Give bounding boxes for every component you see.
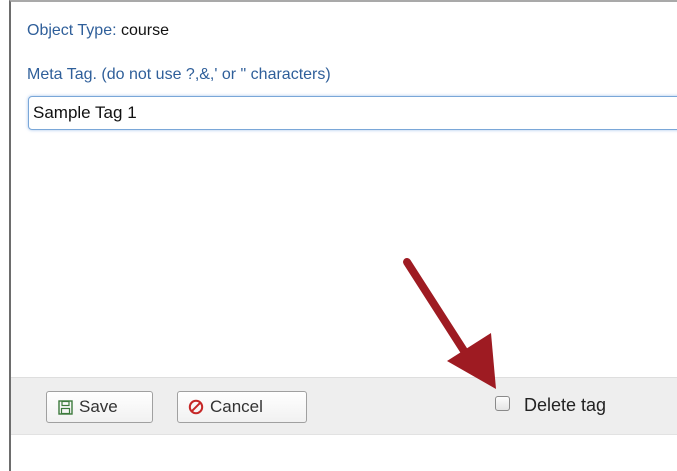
cancel-button[interactable]: Cancel bbox=[177, 391, 307, 423]
action-bar: Save Cancel Delete tag bbox=[11, 377, 677, 435]
save-button-label: Save bbox=[79, 397, 118, 416]
meta-tag-input[interactable] bbox=[28, 96, 677, 130]
object-type-value: course bbox=[120, 22, 170, 39]
object-type-label: Object Type: bbox=[27, 22, 117, 39]
meta-tag-label: Meta Tag. (do not use ?,&,' or " charact… bbox=[27, 66, 331, 83]
prohibited-icon bbox=[188, 399, 204, 415]
delete-tag-control[interactable]: Delete tag bbox=[495, 395, 606, 416]
save-button[interactable]: Save bbox=[46, 391, 153, 423]
delete-tag-label: Delete tag bbox=[524, 395, 607, 415]
tag-dialog: Object Type: course Meta Tag. (do not us… bbox=[9, 0, 677, 471]
object-type-line: Object Type: course bbox=[27, 22, 169, 40]
delete-tag-checkbox[interactable] bbox=[495, 396, 510, 411]
floppy-disk-icon bbox=[57, 399, 73, 415]
cancel-button-label: Cancel bbox=[210, 397, 263, 416]
